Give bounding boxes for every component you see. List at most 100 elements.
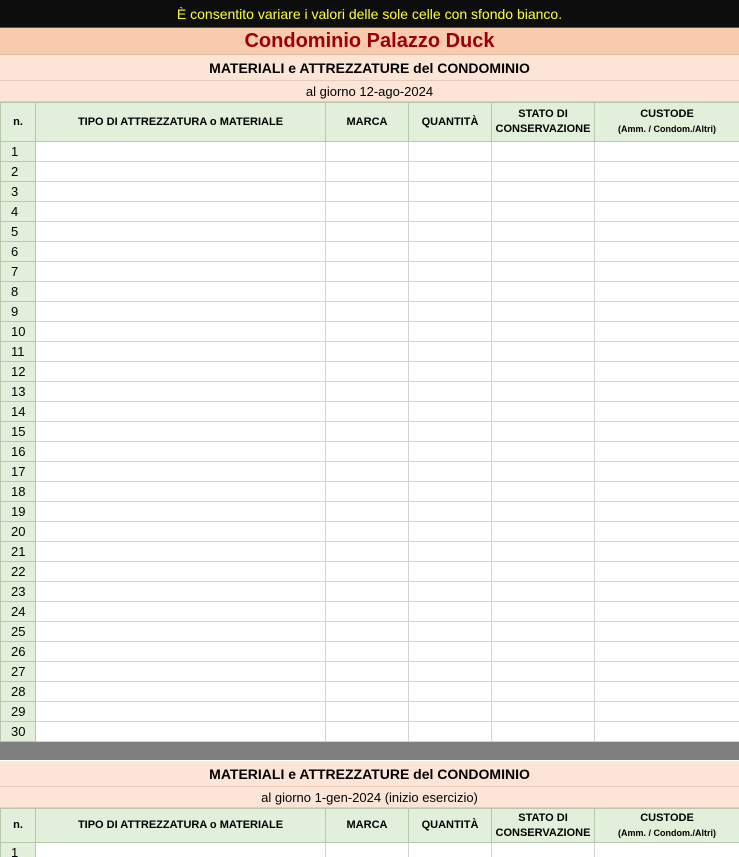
- cell-stato[interactable]: [491, 501, 595, 522]
- cell-tipo[interactable]: [35, 261, 326, 282]
- cell-stato[interactable]: [491, 461, 595, 482]
- cell-stato[interactable]: [491, 221, 595, 242]
- cell-custode[interactable]: [594, 581, 739, 602]
- cell-marca[interactable]: [325, 301, 409, 322]
- cell-tipo[interactable]: [35, 441, 326, 462]
- cell-stato[interactable]: [491, 701, 595, 722]
- cell-quantita[interactable]: [408, 461, 492, 482]
- cell-custode[interactable]: [594, 481, 739, 502]
- cell-quantita[interactable]: [408, 561, 492, 582]
- cell-quantita[interactable]: [408, 201, 492, 222]
- cell-custode[interactable]: [594, 361, 739, 382]
- cell-quantita[interactable]: [408, 501, 492, 522]
- cell-tipo[interactable]: [35, 541, 326, 562]
- cell-tipo[interactable]: [35, 641, 326, 662]
- cell-quantita[interactable]: [408, 281, 492, 302]
- cell-stato[interactable]: [491, 641, 595, 662]
- cell-custode[interactable]: [594, 341, 739, 362]
- cell-marca[interactable]: [325, 521, 409, 542]
- cell-quantita[interactable]: [408, 141, 492, 162]
- cell-custode[interactable]: [594, 301, 739, 322]
- cell-custode[interactable]: [594, 621, 739, 642]
- cell-marca[interactable]: [325, 361, 409, 382]
- cell-marca[interactable]: [325, 281, 409, 302]
- cell-quantita[interactable]: [408, 621, 492, 642]
- cell-quantita[interactable]: [408, 161, 492, 182]
- cell-stato[interactable]: [491, 341, 595, 362]
- cell-marca[interactable]: [325, 661, 409, 682]
- cell-stato[interactable]: [491, 161, 595, 182]
- cell-custode[interactable]: [594, 401, 739, 422]
- cell-quantita[interactable]: [408, 261, 492, 282]
- cell-custode[interactable]: [594, 161, 739, 182]
- cell-stato[interactable]: [491, 261, 595, 282]
- cell-marca[interactable]: [325, 561, 409, 582]
- cell-tipo[interactable]: [35, 501, 326, 522]
- cell-quantita[interactable]: [408, 641, 492, 662]
- cell-tipo[interactable]: [35, 241, 326, 262]
- cell-quantita[interactable]: [408, 441, 492, 462]
- cell-quantita[interactable]: [408, 581, 492, 602]
- cell-marca[interactable]: [325, 501, 409, 522]
- cell-marca[interactable]: [325, 621, 409, 642]
- cell-marca[interactable]: [325, 421, 409, 442]
- cell-tipo[interactable]: [35, 401, 326, 422]
- cell-quantita[interactable]: [408, 401, 492, 422]
- cell-stato[interactable]: [491, 281, 595, 302]
- cell-custode[interactable]: [594, 601, 739, 622]
- cell-tipo[interactable]: [35, 301, 326, 322]
- cell-stato[interactable]: [491, 321, 595, 342]
- cell-stato[interactable]: [491, 361, 595, 382]
- cell-stato[interactable]: [491, 621, 595, 642]
- cell-marca[interactable]: [325, 341, 409, 362]
- cell-custode[interactable]: [594, 261, 739, 282]
- cell-quantita[interactable]: [408, 241, 492, 262]
- cell-tipo[interactable]: [35, 281, 326, 302]
- cell-marca[interactable]: [325, 721, 409, 742]
- cell-custode[interactable]: [594, 541, 739, 562]
- cell-tipo[interactable]: [35, 161, 326, 182]
- cell-stato[interactable]: [491, 441, 595, 462]
- cell-quantita[interactable]: [408, 842, 492, 857]
- cell-marca[interactable]: [325, 681, 409, 702]
- cell-tipo[interactable]: [35, 521, 326, 542]
- cell-tipo[interactable]: [35, 681, 326, 702]
- cell-marca[interactable]: [325, 221, 409, 242]
- cell-stato[interactable]: [491, 241, 595, 262]
- cell-tipo[interactable]: [35, 361, 326, 382]
- cell-tipo[interactable]: [35, 661, 326, 682]
- cell-custode[interactable]: [594, 381, 739, 402]
- cell-tipo[interactable]: [35, 341, 326, 362]
- cell-quantita[interactable]: [408, 301, 492, 322]
- cell-stato[interactable]: [491, 401, 595, 422]
- cell-stato[interactable]: [491, 561, 595, 582]
- cell-tipo[interactable]: [35, 321, 326, 342]
- cell-custode[interactable]: [594, 561, 739, 582]
- cell-tipo[interactable]: [35, 181, 326, 202]
- cell-tipo[interactable]: [35, 581, 326, 602]
- cell-marca[interactable]: [325, 161, 409, 182]
- cell-stato[interactable]: [491, 421, 595, 442]
- cell-stato[interactable]: [491, 842, 595, 857]
- cell-custode[interactable]: [594, 521, 739, 542]
- cell-tipo[interactable]: [35, 721, 326, 742]
- cell-custode[interactable]: [594, 141, 739, 162]
- cell-quantita[interactable]: [408, 321, 492, 342]
- cell-custode[interactable]: [594, 701, 739, 722]
- cell-quantita[interactable]: [408, 341, 492, 362]
- cell-stato[interactable]: [491, 541, 595, 562]
- cell-custode[interactable]: [594, 641, 739, 662]
- cell-tipo[interactable]: [35, 221, 326, 242]
- cell-marca[interactable]: [325, 321, 409, 342]
- cell-custode[interactable]: [594, 501, 739, 522]
- cell-tipo[interactable]: [35, 481, 326, 502]
- cell-stato[interactable]: [491, 721, 595, 742]
- cell-custode[interactable]: [594, 241, 739, 262]
- cell-marca[interactable]: [325, 201, 409, 222]
- cell-stato[interactable]: [491, 661, 595, 682]
- cell-tipo[interactable]: [35, 621, 326, 642]
- cell-tipo[interactable]: [35, 141, 326, 162]
- cell-quantita[interactable]: [408, 661, 492, 682]
- cell-stato[interactable]: [491, 201, 595, 222]
- cell-tipo[interactable]: [35, 381, 326, 402]
